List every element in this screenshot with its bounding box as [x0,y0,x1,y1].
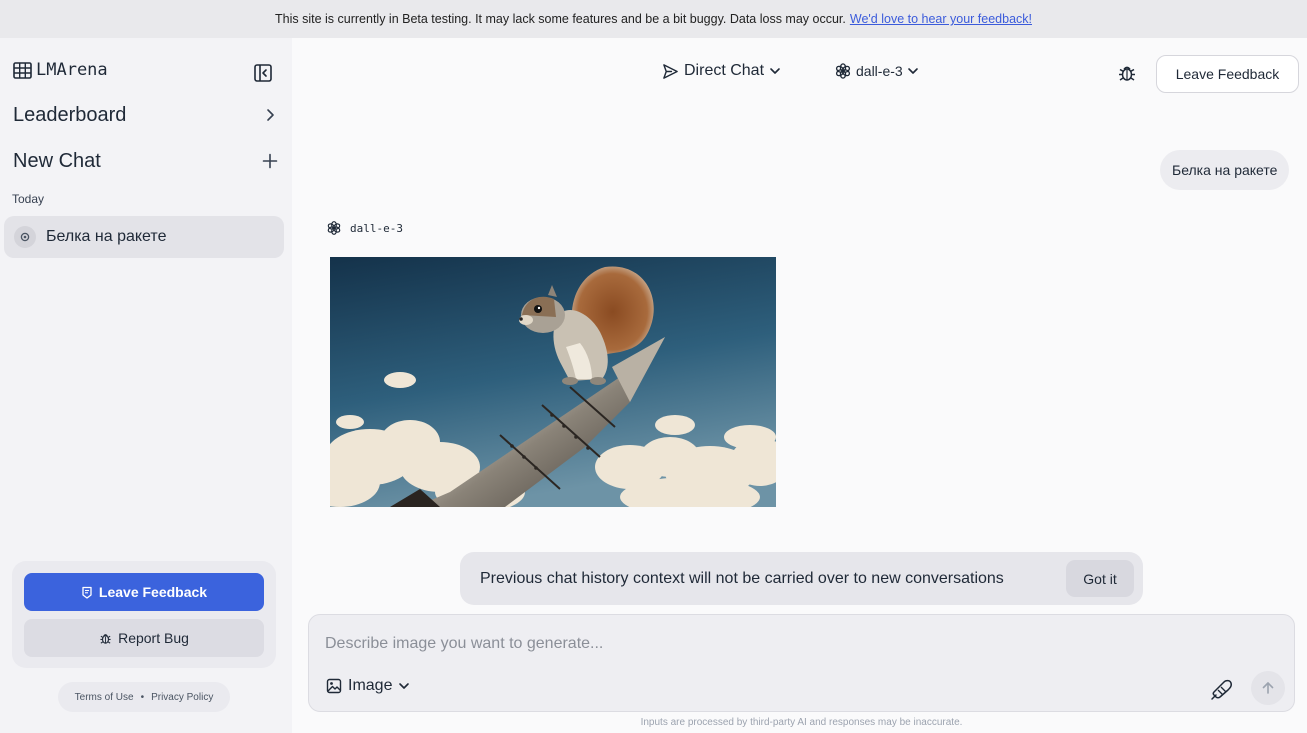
arrow-up-icon [1262,682,1274,694]
prompt-composer: Image [308,614,1295,712]
chevron-down-icon [907,68,918,74]
new-chat-label: New Chat [13,149,101,172]
chevron-down-icon [399,683,410,689]
beta-banner-text: This site is currently in Beta testing. … [275,12,846,26]
openai-logo-icon [327,221,341,235]
got-it-button[interactable]: Got it [1066,560,1134,597]
tools-icon[interactable] [1209,675,1237,701]
chat-mode-label: Direct Chat [684,62,765,79]
generated-image[interactable] [330,257,776,507]
send-button[interactable] [1251,671,1285,705]
image-icon [326,678,342,694]
squirrel-rocket-image [330,257,776,507]
model-label: dall-e-3 [856,63,903,79]
beta-banner: This site is currently in Beta testing. … [0,0,1307,38]
chat-mode-selector[interactable]: Direct Chat [662,62,781,80]
prompt-input[interactable] [325,631,1265,657]
sidebar-actions-card: Leave Feedback Report Bug [12,561,276,668]
leave-feedback-button[interactable]: Leave Feedback [24,573,264,611]
history-notice: Previous chat history context will not b… [460,552,1143,605]
brand-logo[interactable]: LMArena [13,60,108,80]
sidebar: LMArena Leaderboard New Chat Today Белка… [0,38,292,733]
openai-logo-icon [835,63,851,79]
leave-feedback-label: Leave Feedback [98,584,208,600]
feedback-icon [82,586,92,599]
response-model-tag: dall-e-3 [326,220,403,236]
legal-separator: • [140,691,145,703]
ai-disclaimer: Inputs are processed by third-party AI a… [640,717,963,728]
section-label-today: Today [12,192,45,206]
bug-report-icon[interactable] [1117,63,1137,83]
sidebar-item-new-chat[interactable]: New Chat [13,146,278,176]
chevron-down-icon [770,68,780,74]
user-message: Белка на ракете [1160,150,1290,190]
bug-icon [100,633,111,644]
send-arrow-icon [663,63,678,79]
leaderboard-label: Leaderboard [13,103,127,126]
image-mode-selector[interactable]: Image [326,677,410,695]
grid-table-icon [13,61,32,79]
image-mode-label: Image [348,677,393,694]
sidebar-item-leaderboard[interactable]: Leaderboard [13,100,278,130]
brand-name: LMArena [36,60,108,80]
legal-links: Terms of Use • Privacy Policy [58,682,230,712]
leave-feedback-header-button[interactable]: Leave Feedback [1156,55,1299,93]
chat-model-icon [14,226,36,248]
chat-history-item[interactable]: Белка на ракете [4,216,284,258]
report-bug-label: Report Bug [118,630,189,646]
feedback-link[interactable]: We'd love to hear your feedback! [850,12,1032,26]
terms-of-use-link[interactable]: Terms of Use [75,692,134,703]
chat-history-title: Белка на ракете [46,228,167,245]
privacy-policy-link[interactable]: Privacy Policy [151,692,213,703]
plus-icon [262,153,278,169]
history-notice-text: Previous chat history context will not b… [480,569,1004,587]
model-selector[interactable]: dall-e-3 [834,62,919,80]
chevron-right-icon [267,109,274,121]
response-model-name: dall-e-3 [350,221,403,235]
report-bug-button[interactable]: Report Bug [24,619,264,657]
collapse-sidebar-icon[interactable] [252,62,274,84]
